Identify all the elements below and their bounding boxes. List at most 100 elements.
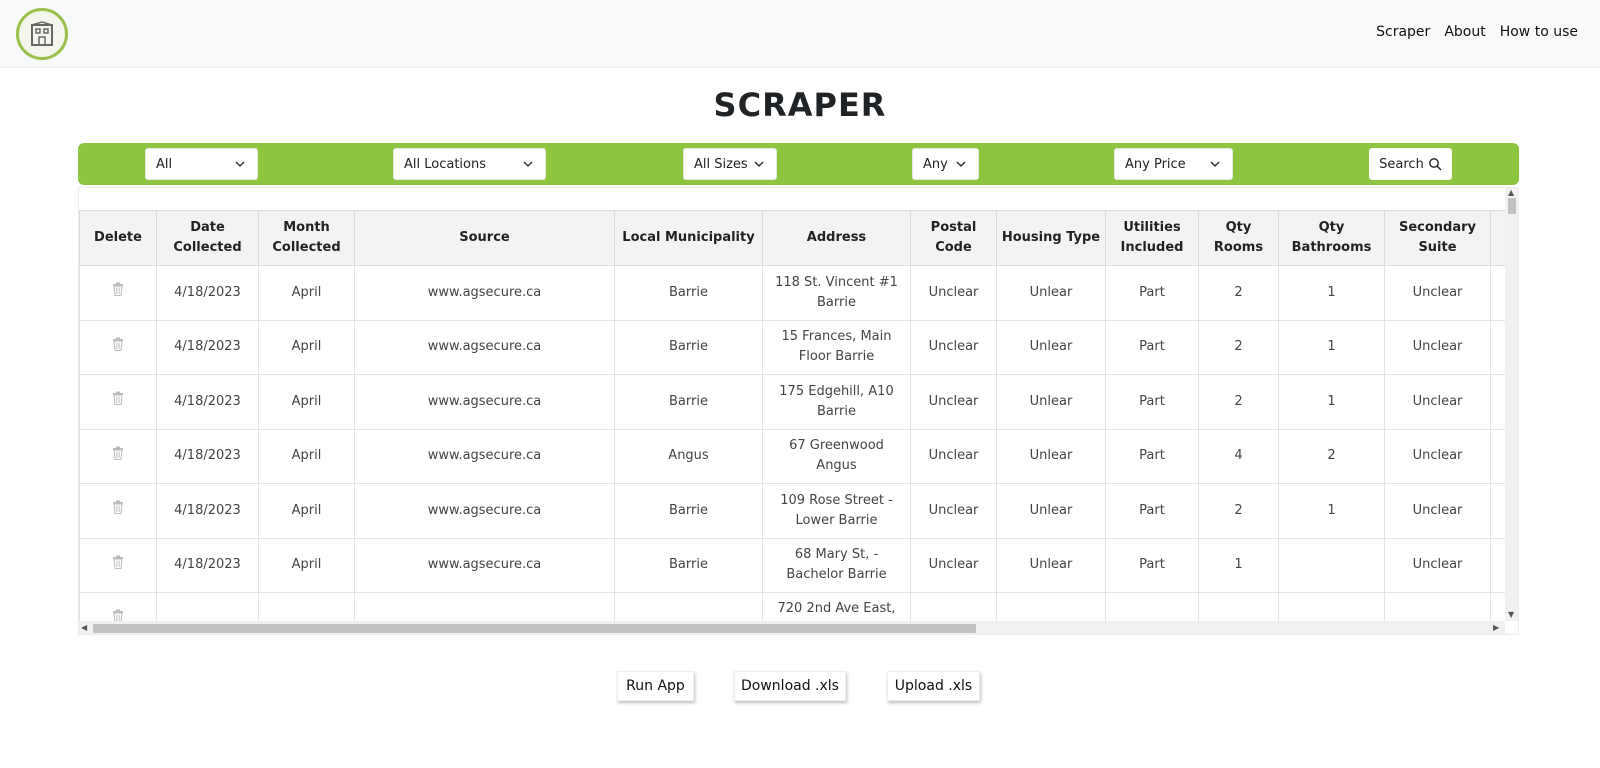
table-cell: 2	[1198, 319, 1279, 375]
top-navbar: Scraper About How to use	[0, 0, 1600, 68]
upload-xls-button[interactable]: Upload .xls	[887, 671, 980, 701]
column-header[interactable]: Month Collected	[258, 210, 355, 266]
table-cell: 4/18/2023	[156, 374, 259, 430]
table-cell: Unlear	[996, 319, 1106, 375]
table-cell: Unlear	[996, 265, 1106, 321]
delete-cell	[79, 483, 157, 539]
column-header[interactable]: Utilities Included	[1105, 210, 1199, 266]
table-cell	[1384, 592, 1491, 621]
table-cell: Unclear	[910, 374, 997, 430]
table-cell: 4/18/2023	[156, 483, 259, 539]
table-cell: Unclear	[1384, 265, 1491, 321]
location-select[interactable]: All Locations	[393, 148, 546, 180]
nav-link-how-to-use[interactable]: How to use	[1500, 24, 1578, 40]
scroll-right-icon[interactable]: ▶	[1493, 623, 1499, 633]
any-select[interactable]: Any	[912, 148, 979, 180]
house-logo-icon[interactable]	[16, 8, 68, 60]
scroll-down-icon[interactable]: ▼	[1508, 610, 1514, 620]
vertical-scrollbar[interactable]: ▲ ▼	[1505, 188, 1518, 621]
column-header[interactable]: Source	[354, 210, 615, 266]
table-cell: Part	[1105, 265, 1199, 321]
table-row: 4/18/2023 April www.agsecure.ca Barrie 175 E…	[79, 374, 1505, 430]
any-select-value: Any	[923, 156, 948, 172]
table-cell: April	[258, 483, 355, 539]
table-row: 4/18/2023 April www.agsecure.ca Barrie 109 R…	[79, 483, 1505, 539]
page-title: SCRAPER	[713, 86, 887, 124]
table-cell: Barrie	[614, 319, 763, 375]
nav-link-about[interactable]: About	[1444, 24, 1485, 40]
download-xls-button[interactable]: Download .xls	[734, 671, 846, 701]
table-cell: April	[258, 265, 355, 321]
table-cell: 67 Greenwood Angus	[762, 428, 911, 484]
nav-link-scraper[interactable]: Scraper	[1376, 24, 1430, 40]
column-header[interactable]: Qty Bathrooms	[1278, 210, 1385, 266]
table-cell: Unclear	[1384, 483, 1491, 539]
table-cell: 109 Rose Street - Lower Barrie	[762, 483, 911, 539]
delete-cell	[79, 592, 157, 621]
scroll-up-icon[interactable]: ▲	[1508, 188, 1514, 198]
column-header[interactable]: Local Municipality	[614, 210, 763, 266]
table-cell-overflow	[1490, 265, 1505, 321]
column-header[interactable]: Date Collected	[156, 210, 259, 266]
table-cell: Unclear	[910, 483, 997, 539]
horizontal-scroll-thumb[interactable]	[93, 624, 976, 633]
table-cell: Unclear	[1384, 319, 1491, 375]
column-header[interactable]: Qty Rooms	[1198, 210, 1279, 266]
vertical-scroll-thumb[interactable]	[1508, 198, 1516, 214]
size-select-value: All Sizes	[694, 156, 748, 172]
column-header[interactable]: Delete	[79, 210, 157, 266]
trash-icon[interactable]	[112, 391, 124, 406]
table-cell: Part	[1105, 483, 1199, 539]
table-cell: April	[258, 537, 355, 593]
run-app-button[interactable]: Run App	[617, 671, 694, 701]
column-header[interactable]: Housing Type	[996, 210, 1106, 266]
table-cell: 2	[1278, 428, 1385, 484]
table-cell: Unclear	[1384, 374, 1491, 430]
location-select-value: All Locations	[404, 156, 487, 172]
table-cell	[156, 592, 259, 621]
table-cell: 118 St. Vincent #1 Barrie	[762, 265, 911, 321]
trash-icon[interactable]	[112, 337, 124, 351]
search-button[interactable]: Search	[1369, 148, 1452, 180]
table-cell: Unclear	[910, 319, 997, 375]
column-header[interactable]: Address	[762, 210, 911, 266]
chevron-down-icon	[523, 161, 533, 168]
table-cell: 2	[1198, 374, 1279, 430]
table-cell: www.agsecure.ca	[354, 483, 615, 539]
delete-cell	[79, 319, 157, 375]
type-select[interactable]: All	[145, 148, 258, 180]
table-cell	[258, 592, 355, 621]
table-cell: Unlear	[996, 483, 1106, 539]
trash-icon[interactable]	[112, 609, 124, 621]
table-cell: Barrie	[614, 265, 763, 321]
table-cell-overflow	[1490, 483, 1505, 539]
table-cell: www.agsecure.ca	[354, 374, 615, 430]
price-select[interactable]: Any Price	[1114, 148, 1233, 180]
table-cell: 1	[1278, 319, 1385, 375]
scroll-left-icon[interactable]: ◀	[81, 623, 87, 633]
trash-icon[interactable]	[112, 500, 124, 515]
column-header[interactable]: Secondary Suite	[1384, 210, 1491, 266]
table-row: 4/18/2023 April www.agsecure.ca Angus 67 Gre…	[79, 428, 1505, 484]
trash-icon[interactable]	[112, 282, 124, 297]
table-cell: 1	[1278, 483, 1385, 539]
table-cell: 175 Edgehill, A10 Barrie	[762, 374, 911, 430]
table-cell: 1	[1278, 265, 1385, 321]
table-row: 4/18/2023 April www.agsecure.ca Barrie 15 Fr…	[79, 319, 1505, 375]
table-cell: 720 2nd Ave East, #5, Owen	[762, 592, 911, 621]
table-header-row: Delete Date Collected Month Collected So…	[79, 210, 1505, 266]
table-cell: 1	[1198, 537, 1279, 593]
table-cell: 15 Frances, Main Floor Barrie	[762, 319, 911, 375]
chevron-down-icon	[956, 161, 966, 168]
trash-icon[interactable]	[112, 555, 124, 569]
column-header[interactable]: Postal Code	[910, 210, 997, 266]
price-select-value: Any Price	[1125, 156, 1186, 172]
table-row: 720 2nd Ave East, #5, Owen	[79, 592, 1505, 621]
delete-cell	[79, 265, 157, 321]
table-cell: 2	[1198, 265, 1279, 321]
table-cell: 4/18/2023	[156, 319, 259, 375]
table-cell: 68 Mary St, - Bachelor Barrie	[762, 537, 911, 593]
horizontal-scrollbar[interactable]: ◀ ▶	[79, 621, 1505, 634]
size-select[interactable]: All Sizes	[683, 148, 777, 180]
trash-icon[interactable]	[112, 446, 124, 460]
